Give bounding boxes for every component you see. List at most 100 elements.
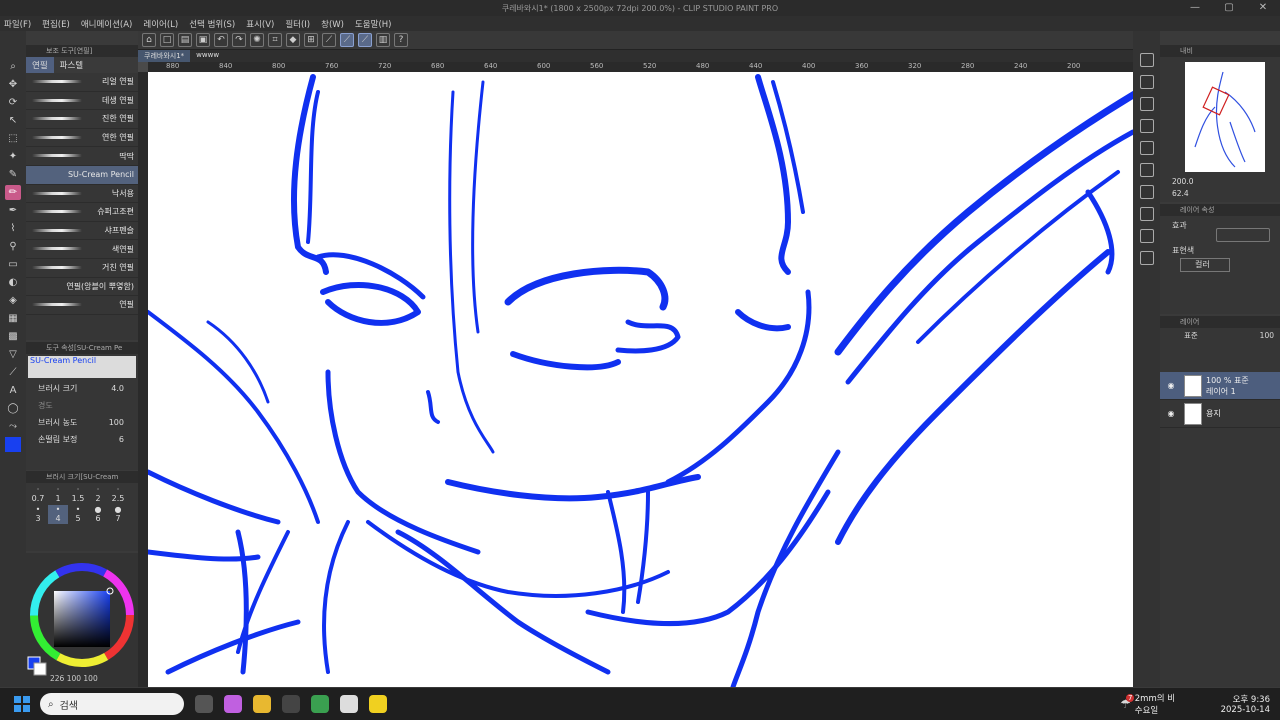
menu-window[interactable]: 창(W) <box>321 18 344 30</box>
brush-item[interactable]: 연필 <box>26 296 138 315</box>
task-view-icon[interactable] <box>195 695 213 713</box>
document-tab-active[interactable]: 쿠레바와시1* <box>138 50 191 62</box>
timeline-icon[interactable] <box>1139 229 1154 243</box>
rotate-tool-icon[interactable]: ⟳ <box>5 95 21 110</box>
move-tool-icon[interactable]: ✥ <box>5 77 21 92</box>
fill-tool-icon[interactable]: ◈ <box>5 293 21 308</box>
pen-tool-icon[interactable]: ✒ <box>5 203 21 218</box>
document-tab[interactable]: wwww <box>190 50 225 62</box>
zoom-tool-icon[interactable]: ⌕ <box>5 59 21 74</box>
eraser-icon[interactable]: ▭ <box>5 257 21 272</box>
clip-studio-icon[interactable] <box>340 695 358 713</box>
brush-item[interactable]: 연한 연필 <box>26 129 138 148</box>
save-icon[interactable]: ▣ <box>196 33 210 47</box>
size-option[interactable]: ● 7 <box>108 505 128 524</box>
select-tool-icon[interactable]: ⬚ <box>5 131 21 146</box>
brush-item[interactable]: 데생 연필 <box>26 92 138 111</box>
prop-value[interactable]: 4.0 <box>111 384 124 393</box>
brush-tool-icon[interactable]: ⌇ <box>5 221 21 236</box>
menu-animation[interactable]: 애니메이션(A) <box>81 18 133 30</box>
effect-buttons[interactable] <box>1216 228 1270 242</box>
menu-filter[interactable]: 필터(I) <box>285 18 310 30</box>
gradient-icon[interactable]: ▦ <box>5 311 21 326</box>
navigator-thumbnail[interactable] <box>1185 62 1265 172</box>
hardness-row[interactable]: 경도 <box>26 397 138 414</box>
copilot-icon[interactable] <box>224 695 242 713</box>
expression-select[interactable]: 컬러 <box>1180 258 1230 272</box>
animation-icon[interactable] <box>1139 207 1154 221</box>
minimize-button[interactable]: — <box>1178 0 1212 16</box>
brush-item[interactable]: 색연필 <box>26 240 138 259</box>
size-option[interactable]: · 0.7 <box>28 485 48 504</box>
brush-item[interactable]: 샤프펜슬 <box>26 222 138 241</box>
menu-file[interactable]: 파일(F) <box>4 18 31 30</box>
snap-special-ruler-icon[interactable]: ⟋ <box>340 33 354 47</box>
size-option[interactable]: · 2.5 <box>108 485 128 504</box>
brush-item[interactable]: 연필(앙블이 뿌옇함) <box>26 278 138 297</box>
file-explorer-icon[interactable] <box>253 695 271 713</box>
layer-item-selected[interactable]: ◉ 100 % 표준 레이어 1 <box>1160 372 1280 400</box>
eyedropper-icon[interactable]: ✎ <box>5 167 21 182</box>
material-icon[interactable] <box>1139 97 1154 111</box>
angle-value[interactable]: 62.4 <box>1172 189 1189 198</box>
auto-select-icon[interactable]: ✦ <box>5 149 21 164</box>
brush-item[interactable]: 낙서용 <box>26 185 138 204</box>
drawing-canvas[interactable] <box>148 72 1133 687</box>
size-option[interactable]: · 2 <box>88 485 108 504</box>
airbrush-icon[interactable]: ⚲ <box>5 239 21 254</box>
snap-grid-icon[interactable]: ⟋ <box>358 33 372 47</box>
undo-icon[interactable]: ↶ <box>214 33 228 47</box>
open-icon[interactable]: ▤ <box>178 33 192 47</box>
layer-icon[interactable] <box>1139 141 1154 155</box>
export-icon[interactable] <box>1139 251 1154 265</box>
brush-density-row[interactable]: 브러시 농도 100 <box>26 414 138 431</box>
taskbar-search[interactable]: ⌕ 검색 <box>40 693 184 715</box>
menu-view[interactable]: 표시(V) <box>246 18 274 30</box>
layer-item[interactable]: ◉ 용지 <box>1160 400 1280 428</box>
app-icon[interactable] <box>369 695 387 713</box>
windows-start-icon[interactable] <box>14 696 30 712</box>
clear-selection-icon[interactable]: ✺ <box>250 33 264 47</box>
brush-item[interactable]: 진한 연필 <box>26 110 138 129</box>
transform-icon[interactable]: ⊞ <box>304 33 318 47</box>
brush-item[interactable]: 거친 연필 <box>26 259 138 278</box>
layer-opacity[interactable]: 100 <box>1260 331 1274 340</box>
ruler-icon[interactable]: ⟋ <box>5 365 21 380</box>
correct-line-icon[interactable]: ⤳ <box>5 419 21 434</box>
menu-edit[interactable]: 편집(E) <box>42 18 70 30</box>
size-option[interactable]: · 1.5 <box>68 485 88 504</box>
brush-size-row[interactable]: 브러시 크기 4.0 <box>26 380 138 397</box>
github-icon[interactable] <box>282 695 300 713</box>
pencil-tool-icon[interactable]: ✏ <box>5 185 21 200</box>
close-button[interactable]: ✕ <box>1246 0 1280 16</box>
figure-icon[interactable]: ▩ <box>5 329 21 344</box>
menu-help[interactable]: 도움말(H) <box>355 18 391 30</box>
stabilization-row[interactable]: 손떨림 보정 6 <box>26 431 138 448</box>
weather-widget[interactable]: ☂ 7 2mm의 비 수요일 <box>1120 692 1175 716</box>
brush-item-selected[interactable]: SU-Cream Pencil <box>26 165 138 185</box>
text-tool-icon[interactable]: A <box>5 383 21 398</box>
size-option[interactable]: • 5 <box>68 505 88 524</box>
blend-tool-icon[interactable]: ◐ <box>5 275 21 290</box>
prop-value[interactable]: 6 <box>119 435 124 444</box>
eye-icon[interactable]: ◉ <box>1160 381 1182 390</box>
home-icon[interactable]: ⌂ <box>142 33 156 47</box>
close-panel-icon[interactable] <box>1139 75 1154 89</box>
color-wheel[interactable] <box>26 553 138 687</box>
prop-value[interactable]: 100 <box>109 418 124 427</box>
color-icon[interactable] <box>1139 185 1154 199</box>
tab-pastel[interactable]: 파스텔 <box>54 57 89 73</box>
history-icon[interactable] <box>1139 163 1154 177</box>
crop-icon[interactable]: ⌗ <box>268 33 282 47</box>
size-option[interactable]: • 3 <box>28 505 48 524</box>
menu-selection[interactable]: 선택 범위(S) <box>189 18 235 30</box>
close-panel-icon[interactable] <box>1139 119 1154 133</box>
new-file-icon[interactable]: □ <box>160 33 174 47</box>
help-icon[interactable]: ? <box>394 33 408 47</box>
redo-icon[interactable]: ↷ <box>232 33 246 47</box>
blend-mode-select[interactable]: 표준 <box>1184 330 1198 341</box>
size-option-selected[interactable]: • 4 <box>48 505 68 524</box>
zoom-value[interactable]: 200.0 <box>1172 177 1193 186</box>
balloon-icon[interactable]: ◯ <box>5 401 21 416</box>
chrome-icon[interactable] <box>311 695 329 713</box>
